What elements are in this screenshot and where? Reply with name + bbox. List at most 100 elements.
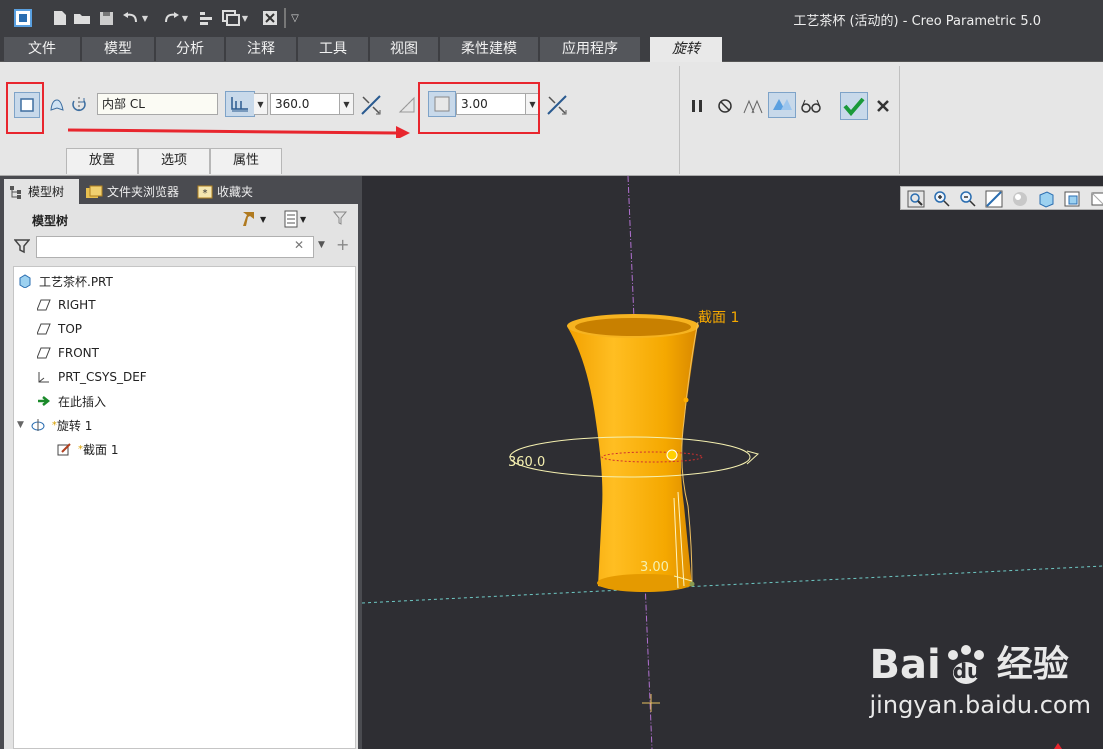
save-icon[interactable] — [96, 8, 116, 28]
windows-icon[interactable]: ▼ — [220, 8, 250, 28]
highlight-thickness-box — [418, 82, 540, 134]
cup-bottom — [597, 574, 693, 592]
tree-item-insert-here[interactable]: 在此插入 — [36, 390, 106, 412]
datum-plane-trace — [362, 565, 1103, 604]
expand-arrow-icon[interactable]: ▼ — [17, 420, 24, 430]
tab-applications[interactable]: 应用程序 — [540, 37, 640, 62]
search-dropdown-icon[interactable]: ▼ — [318, 240, 330, 256]
origin-marker — [642, 694, 660, 712]
tab-folder-browser[interactable]: 文件夹浏览器 — [81, 179, 189, 204]
verify-mode-icon[interactable] — [768, 92, 796, 118]
angle-drag-handle[interactable] — [666, 449, 678, 461]
tab-properties[interactable]: 属性 — [210, 148, 282, 174]
show-columns-icon[interactable]: ▼ — [284, 209, 318, 229]
qa-separator — [284, 8, 286, 28]
tab-annotate[interactable]: 注释 — [226, 37, 296, 62]
tab-model[interactable]: 模型 — [82, 37, 154, 62]
tab-file[interactable]: 文件 — [4, 37, 80, 62]
cancel-x-icon[interactable] — [870, 93, 896, 119]
baidu-watermark: Bai du 经验 jingyan.baidu.com — [869, 642, 1091, 719]
datum-plane-icon — [36, 345, 52, 361]
section-label: 截面 1 — [698, 310, 740, 326]
favorites-icon: * — [197, 185, 213, 199]
highlight-solid-box — [6, 82, 44, 134]
cup-opening — [575, 318, 691, 336]
datum-plane-icon — [36, 321, 52, 337]
coordinate-system-icon — [36, 369, 52, 385]
tree-item-sketch[interactable]: * 截面 1 — [56, 438, 118, 460]
axis-collector-field[interactable]: 内部 CL — [97, 93, 218, 115]
tree-item-front[interactable]: FRONT — [36, 342, 99, 364]
new-file-icon[interactable] — [50, 8, 70, 28]
tree-item-csys[interactable]: PRT_CSYS_DEF — [36, 366, 147, 388]
tab-revolve[interactable]: 旋转 — [650, 37, 722, 62]
filter-display-icon[interactable] — [332, 209, 352, 229]
navigator-panel: 模型树 文件夹浏览器 * 收藏夹 模型树 ▼ ▼ ✕ ▼ + 工艺茶杯.PRT … — [0, 176, 362, 749]
tree-item-revolve[interactable]: ▼ * 旋转 1 — [17, 414, 92, 436]
remove-material-icon[interactable] — [394, 92, 420, 118]
tree-item-top[interactable]: TOP — [36, 318, 82, 340]
graphics-area[interactable]: 截面 1 360.0 3.00 Bai du 经验 jingyan.baidu.… — [362, 176, 1103, 749]
preview-glasses-icon[interactable] — [798, 93, 824, 119]
revolve-feature-icon — [30, 417, 46, 433]
angle-dimension-label[interactable]: 360.0 — [508, 455, 545, 470]
angle-input[interactable]: 360.0 — [270, 93, 340, 115]
angle-dropdown[interactable]: ▼ — [340, 93, 354, 115]
thickness-dimension-label[interactable]: 3.00 — [640, 560, 669, 575]
tab-analysis[interactable]: 分析 — [156, 37, 224, 62]
tab-placement[interactable]: 放置 — [66, 148, 138, 174]
model-tree-area: 模型树 ▼ ▼ ✕ ▼ + 工艺茶杯.PRT RIGHT TOP FRONT P… — [4, 204, 358, 749]
regenerate-icon[interactable] — [196, 8, 216, 28]
tab-flexible-modeling[interactable]: 柔性建模 — [440, 37, 538, 62]
customize-dropdown-icon[interactable]: ▽ — [288, 8, 302, 28]
close-window-icon[interactable] — [260, 8, 280, 28]
tree-item-right[interactable]: RIGHT — [36, 294, 96, 316]
insert-arrow-icon — [36, 393, 52, 409]
separate-preview-icon[interactable] — [740, 93, 766, 119]
ok-check-icon[interactable] — [840, 92, 868, 120]
tab-tools[interactable]: 工具 — [298, 37, 368, 62]
clear-search-icon[interactable]: ✕ — [294, 238, 308, 256]
ribbon-separator-2 — [899, 66, 900, 174]
undo-icon[interactable]: ▼ — [120, 8, 150, 28]
angle-arrow — [746, 450, 760, 465]
tab-view[interactable]: 视图 — [370, 37, 438, 62]
revolve-dashboard: 内部 CL ▼ 360.0 ▼ 3.00 ▼ 放置 选项 属性 — [0, 62, 1103, 176]
tab-model-tree[interactable]: 模型树 — [4, 179, 79, 204]
part-icon — [17, 273, 33, 289]
sketch-point-bottom — [689, 581, 695, 587]
cup-body — [568, 324, 698, 591]
model-tree-header: 模型树 — [32, 214, 69, 228]
tree-item-part[interactable]: 工艺茶杯.PRT — [17, 270, 113, 292]
tab-options[interactable]: 选项 — [138, 148, 210, 174]
sketch-point — [683, 397, 689, 403]
add-filter-icon[interactable]: + — [336, 235, 352, 255]
pause-icon[interactable] — [684, 93, 710, 119]
flip-thickness-direction-icon[interactable] — [544, 92, 570, 118]
funnel-icon — [13, 238, 32, 256]
corner-marker — [1054, 743, 1062, 749]
datum-plane-icon — [36, 297, 52, 313]
angle-option-dropdown[interactable]: ▼ — [254, 93, 268, 115]
model-tree: 工艺茶杯.PRT RIGHT TOP FRONT PRT_CSYS_DEF 在此… — [13, 266, 356, 749]
angle-option-icon[interactable] — [225, 91, 255, 117]
red-arrow — [67, 126, 410, 138]
folder-browser-icon — [86, 185, 103, 198]
sketch-icon — [56, 441, 72, 457]
app-icon[interactable] — [12, 8, 34, 28]
tab-favorites[interactable]: * 收藏夹 — [193, 179, 265, 204]
title-bar: ▼ ▼ ▼ ▽ 工艺茶杯 (活动的) - Creo Parametric 5.0 — [0, 0, 1103, 36]
open-folder-icon[interactable] — [72, 8, 92, 28]
ribbon-separator — [679, 66, 680, 174]
tree-settings-icon[interactable]: ▼ — [240, 209, 274, 229]
creo-window: ▼ ▼ ▼ ▽ 工艺茶杯 (活动的) - Creo Parametric 5.0… — [0, 0, 1103, 749]
flip-angle-direction-icon[interactable] — [358, 92, 384, 118]
window-title: 工艺茶杯 (活动的) - Creo Parametric 5.0 — [793, 14, 1041, 29]
menu-bar: 文件 模型 分析 注释 工具 视图 柔性建模 应用程序 旋转 — [0, 36, 1103, 62]
redo-icon[interactable]: ▼ — [160, 8, 190, 28]
model-tree-icon — [10, 185, 21, 199]
svg-text:*: * — [203, 188, 208, 199]
tree-search-input[interactable] — [36, 236, 314, 258]
no-preview-icon[interactable] — [712, 93, 738, 119]
revolve-axis-icon[interactable] — [66, 92, 92, 118]
